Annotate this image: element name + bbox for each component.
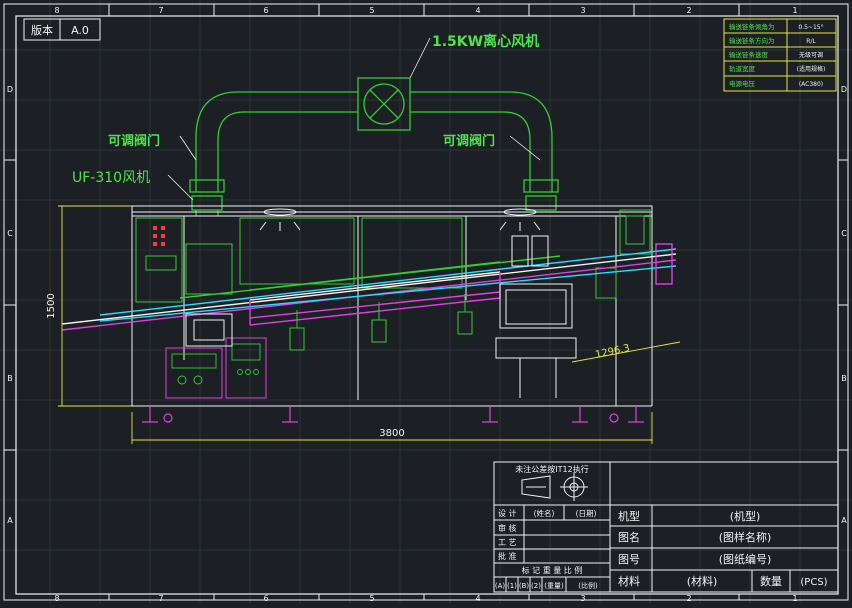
zone-bottom-4: 4	[475, 594, 480, 603]
height-dimension: 1500	[46, 293, 57, 318]
callouts: 1.5KW离心风机 可调阀门 可调阀门 UF-310风机	[72, 33, 539, 186]
machine-frame	[131, 205, 653, 407]
version-box: 版本 A.0	[23, 18, 101, 41]
zone-labels: 8 7 6 5 4 3 2 1 8 7 6 5 4 3 2 1 D C B A …	[7, 6, 847, 603]
note-value-1: 0.5~15°	[798, 24, 823, 31]
mark-b: (B)	[519, 582, 530, 590]
zone-right-c: C	[841, 229, 847, 238]
drawing-number-label: 图号	[618, 553, 640, 566]
duct-system	[189, 77, 559, 216]
zone-left-c: C	[7, 229, 13, 238]
note-label-2: 输送链条方向为	[729, 36, 775, 45]
design-date: (日期)	[576, 509, 597, 518]
model-label: 机型	[618, 509, 640, 523]
cad-drawing-sheet: 8 7 6 5 4 3 2 1 8 7 6 5 4 3 2 1 D C B A …	[0, 0, 852, 604]
length-dimension: 3800	[379, 428, 404, 439]
version-label: 版本	[31, 23, 53, 37]
zone-top-1: 1	[792, 6, 797, 15]
right-assembly	[495, 235, 577, 398]
tech-notes-table: 输送链条倾角为 输送链条方向为 输送链条速度 轨道宽度 电源电压 0.5~15°…	[723, 18, 837, 92]
zone-right-d: D	[841, 85, 847, 94]
zone-bottom-5: 5	[369, 594, 374, 603]
left-valve-callout: 可调阀门	[108, 133, 160, 149]
review-label: 审 核	[498, 523, 517, 533]
drawing-name-label: 图名	[618, 530, 640, 544]
weight-cell: (重量)	[544, 582, 564, 590]
nozzle-hangers	[289, 294, 473, 351]
zone-left-d: D	[7, 85, 13, 94]
left-assembly	[185, 313, 233, 347]
uf-fan-callout: UF-310风机	[72, 170, 150, 186]
zone-bottom-8: 8	[54, 594, 59, 603]
material-value: (材料)	[687, 574, 718, 588]
zone-right-b: B	[841, 374, 847, 383]
zone-top-3: 3	[580, 6, 585, 15]
note-value-5: (AC380)	[799, 81, 823, 88]
machine-feet	[142, 406, 644, 423]
right-valve	[523, 179, 559, 193]
note-label-4: 轨道宽度	[729, 64, 756, 73]
zone-bottom-3: 3	[580, 594, 585, 603]
quantity-value: (PCS)	[800, 577, 827, 588]
zone-bottom-7: 7	[158, 594, 163, 603]
blower-callout: 1.5KW离心风机	[432, 33, 539, 50]
right-fan	[525, 195, 557, 211]
zone-bottom-6: 6	[263, 594, 268, 603]
designer-name: (姓名)	[534, 508, 555, 518]
quantity-label: 数量	[760, 575, 782, 588]
mark-1: (1)	[507, 582, 517, 590]
drawing-frame	[3, 3, 849, 601]
zone-left-b: B	[7, 374, 13, 383]
version-value: A.0	[71, 24, 89, 37]
zone-left-a: A	[7, 516, 13, 525]
material-label: 材料	[618, 574, 640, 588]
drawing-canvas: 8 7 6 5 4 3 2 1 8 7 6 5 4 3 2 1 D C B A …	[0, 0, 852, 604]
zone-ticks	[4, 4, 848, 600]
inclined-conveyor	[61, 243, 677, 331]
design-label: 设 计	[498, 508, 517, 518]
note-label-3: 输送链条速度	[729, 50, 769, 59]
left-valve	[189, 179, 225, 193]
machine-panels	[135, 209, 651, 303]
process-label: 工 艺	[498, 538, 517, 547]
note-label-1: 输送链条倾角为	[729, 22, 775, 31]
zone-right-a: A	[841, 516, 847, 525]
tolerance-note: 未注公差按IT12执行	[515, 464, 588, 474]
zone-bottom-2: 2	[686, 594, 691, 603]
note-value-4: (适用规格)	[797, 65, 826, 73]
uf-fan	[191, 195, 223, 211]
note-value-3: 无级可调	[799, 51, 823, 59]
approve-label: 批 准	[498, 551, 517, 561]
marks-header: 标 记 重 量 比 例	[522, 565, 583, 575]
model-value: (机型)	[730, 509, 761, 523]
mark-2: (2)	[531, 582, 541, 590]
drawing-name-value: (图样名称)	[719, 530, 772, 544]
note-value-2: R/L	[806, 38, 816, 45]
zone-top-4: 4	[475, 6, 480, 15]
dimension-lines	[58, 205, 681, 444]
mark-a: (A)	[495, 582, 506, 590]
status-lights	[153, 226, 165, 246]
projection-symbol	[521, 473, 588, 501]
title-block-text: 未注公差按IT12执行 设 计 (姓名) (日期) 审 核 工 艺 批 准 标 …	[495, 464, 828, 590]
zone-top-7: 7	[158, 6, 163, 15]
zone-bottom-1: 1	[792, 594, 797, 603]
scale-cell: (比例)	[578, 581, 598, 590]
zone-top-2: 2	[686, 6, 691, 15]
drawing-number-value: (图纸编号)	[719, 552, 772, 566]
zone-top-6: 6	[263, 6, 268, 15]
note-label-5: 电源电压	[729, 79, 756, 88]
zone-top-5: 5	[369, 6, 374, 15]
zone-top-8: 8	[54, 6, 59, 15]
right-valve-callout: 可调阀门	[443, 133, 495, 149]
